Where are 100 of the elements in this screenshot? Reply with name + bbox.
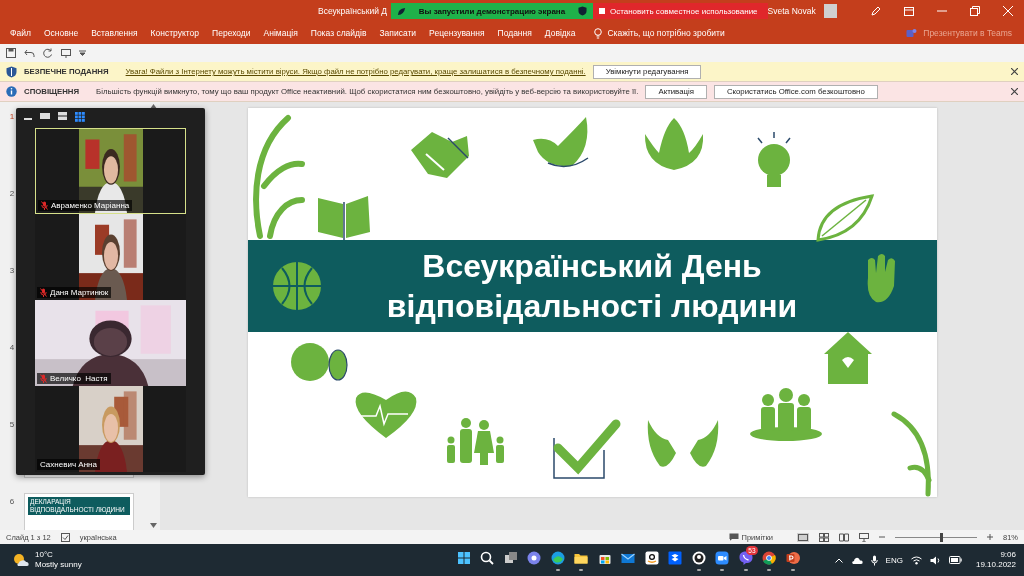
lightbulb-icon — [756, 131, 791, 187]
undo-icon[interactable] — [24, 48, 35, 58]
close-icon — [1002, 6, 1013, 16]
stop-icon — [598, 8, 605, 14]
ribbon-tab[interactable]: Переходи — [206, 22, 257, 44]
window-title: Всеукраїнський Д — [318, 6, 388, 16]
task-view-icon — [502, 549, 519, 566]
close-icon — [1011, 68, 1018, 75]
house-icon — [823, 332, 872, 384]
slide-sorter-icon[interactable] — [819, 532, 829, 542]
stop-sharing-button[interactable]: Остановить совместное использование — [592, 3, 768, 19]
ribbon-display-icon — [903, 6, 914, 16]
ribbon-tab[interactable]: Вставлення — [85, 22, 144, 44]
clock-date[interactable]: 19.10.2022 — [975, 560, 1016, 570]
browser-icon — [549, 549, 566, 566]
people-icon — [749, 388, 822, 441]
participant-name: Авраменко Маріанна — [51, 201, 130, 210]
notes-icon — [728, 533, 739, 541]
leaf-icon — [397, 6, 407, 16]
zoom-in-icon[interactable] — [987, 534, 993, 540]
ribbon-tab[interactable]: Конструктор — [144, 22, 206, 44]
participant-name: Сахневич Анна — [40, 460, 97, 469]
minimize-icon — [936, 10, 947, 12]
close-icon — [1011, 88, 1018, 95]
single-view-icon — [40, 112, 50, 120]
checkmark-icon — [552, 419, 620, 479]
weather-icon[interactable] — [12, 553, 29, 567]
temperature: 10°C — [35, 550, 54, 560]
ribbon-tab[interactable]: Основне — [37, 22, 85, 44]
ribbon-tab[interactable]: Подання — [491, 22, 538, 44]
dismiss-button[interactable] — [1011, 68, 1018, 75]
ribbon-tab[interactable]: Записати — [373, 22, 423, 44]
heart-icon — [355, 391, 416, 438]
lightbulb-icon — [594, 27, 603, 39]
presentation-icon — [784, 549, 801, 566]
teams-icon — [906, 27, 918, 39]
battery-icon[interactable] — [948, 556, 962, 564]
chevron-up-icon[interactable] — [834, 557, 843, 563]
slide-number: 1 — [8, 111, 16, 123]
shield-icon — [577, 6, 587, 16]
video-tile[interactable]: Авраменко Маріанна — [35, 128, 186, 214]
wifi-icon[interactable] — [910, 555, 922, 565]
book-icon — [317, 196, 370, 241]
slideshow-icon[interactable] — [61, 48, 71, 58]
user-name: Sveta Novak — [767, 6, 816, 16]
ribbon-tab[interactable]: Показ слайдів — [304, 22, 373, 44]
spelling-check-icon[interactable] — [60, 532, 70, 542]
ribbon-tab[interactable]: Рецензування — [423, 22, 491, 44]
shopping-icon — [643, 549, 660, 566]
sharing-status-text: Вы запустили демонстрацию экрана — [417, 6, 567, 16]
strip-view-icon — [58, 112, 67, 120]
shield-icon — [6, 65, 17, 78]
globe-icon — [271, 261, 322, 311]
ribbon-tab[interactable]: Довідка — [538, 22, 582, 44]
leaf-icon — [816, 194, 873, 242]
search-icon — [479, 549, 496, 566]
normal-view-icon[interactable] — [797, 532, 809, 542]
start-icon — [455, 549, 472, 566]
face-with-hand-icon — [290, 343, 348, 381]
restore-icon — [969, 6, 980, 16]
slide-number: 4 — [8, 342, 16, 354]
bird-icon — [532, 117, 589, 168]
slider-thumb[interactable] — [940, 532, 944, 542]
slide-number: 2 — [8, 188, 16, 200]
keyboard-language[interactable]: ENG — [885, 555, 903, 565]
video-tile[interactable]: Сахневич Анна — [35, 386, 186, 472]
tell-me-search[interactable]: Скажіть, що потрібно зробити — [588, 26, 731, 40]
slide-title: відповідальності людини — [386, 287, 798, 326]
pen-icon — [870, 6, 881, 16]
family-icon — [446, 418, 504, 465]
slide-number: 6 — [8, 496, 16, 508]
slide-number: 3 — [8, 265, 16, 277]
ring-app-icon — [690, 549, 707, 566]
slideshow-icon[interactable] — [859, 532, 869, 542]
ribbon-tab[interactable]: Анімація — [257, 22, 304, 44]
avatar[interactable] — [823, 4, 838, 18]
dismiss-button[interactable] — [1011, 88, 1018, 95]
video-camera-icon — [714, 549, 731, 566]
handshake-icon — [410, 132, 469, 178]
scroll-down-icon[interactable] — [150, 523, 157, 528]
phone-chat-icon — [737, 549, 754, 566]
microphone-icon[interactable] — [870, 554, 878, 566]
hand-icon — [867, 254, 895, 303]
reading-view-icon[interactable] — [839, 532, 849, 542]
ribbon-tab[interactable]: Файл — [4, 22, 37, 44]
slide-number: 5 — [8, 419, 16, 431]
browser-icon — [761, 549, 778, 566]
lotus-icon — [644, 118, 703, 170]
hands-icon — [647, 420, 718, 467]
speaker-icon[interactable] — [929, 555, 941, 565]
clock-time[interactable]: 9:06 — [1000, 550, 1016, 560]
customize-icon[interactable] — [79, 50, 86, 56]
cloud-icon[interactable] — [850, 556, 863, 564]
save-icon[interactable] — [6, 48, 16, 58]
weather-condition: Mostly sunny — [35, 560, 82, 570]
box-icon — [667, 549, 684, 566]
chat-icon — [526, 549, 543, 566]
slide-title: Всеукраїнський День — [422, 247, 762, 286]
grid-view-icon — [75, 112, 85, 122]
redo-icon[interactable] — [43, 48, 53, 58]
